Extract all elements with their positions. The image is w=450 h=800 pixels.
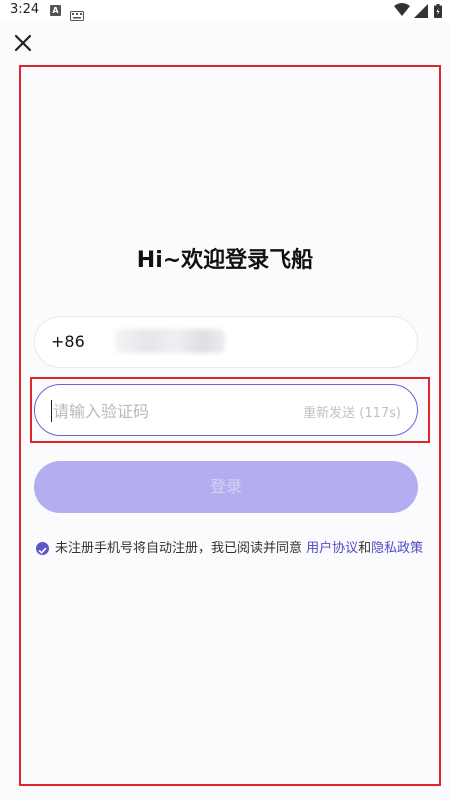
close-icon (14, 34, 32, 52)
verification-code-field[interactable]: 重新发送 (117s) (34, 384, 418, 436)
notification-app-icon: A (50, 5, 61, 16)
agreement-conjunction: 和 (358, 541, 372, 556)
user-agreement-link[interactable]: 用户协议 (306, 541, 358, 556)
close-button[interactable] (12, 32, 34, 54)
keyboard-icon (70, 6, 84, 25)
text-cursor (51, 400, 52, 422)
resend-code-button[interactable]: 重新发送 (117s) (303, 402, 401, 421)
check-icon (38, 547, 47, 554)
privacy-policy-link[interactable]: 隐私政策 (371, 541, 423, 556)
agreement-text: 未注册手机号将自动注册，我已阅读并同意 用户协议和隐私政策 (55, 538, 425, 560)
agreement-prefix: 未注册手机号将自动注册，我已阅读并同意 (55, 541, 307, 556)
login-button[interactable]: 登录 (34, 461, 418, 513)
agreement-checkbox[interactable] (36, 542, 49, 555)
login-screen: 3:24 A Hi~欢迎登录飞船 +86 请输入验证码 重新发送 (117s) … (0, 0, 450, 800)
signal-icon (414, 3, 428, 22)
phone-number-redacted (115, 329, 225, 353)
status-time: 3:24 (10, 2, 40, 17)
wifi-icon (394, 2, 410, 21)
battery-icon (434, 3, 442, 22)
page-title: Hi~欢迎登录飞船 (136, 248, 314, 273)
phone-field[interactable]: +86 (34, 316, 418, 368)
status-bar: 3:24 A (0, 0, 450, 22)
country-code-selector[interactable]: +86 (51, 332, 85, 351)
verification-code-input[interactable] (53, 395, 283, 427)
